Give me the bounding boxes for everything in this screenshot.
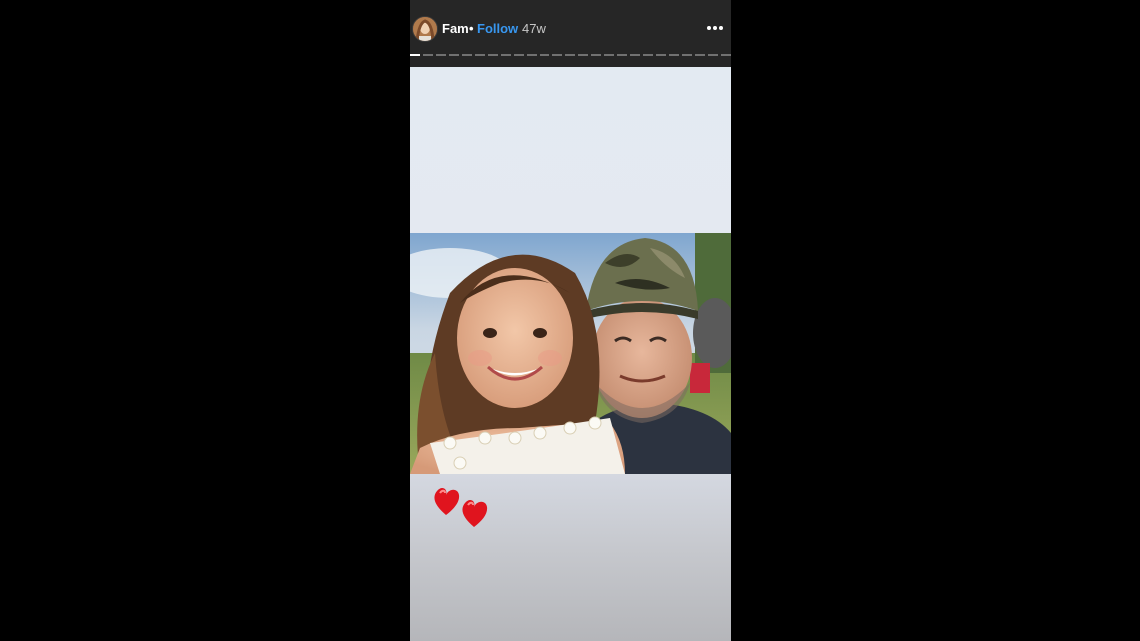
story-viewer: Fam • Follow 47w	[0, 0, 1140, 641]
more-options-icon[interactable]	[705, 18, 725, 38]
red-heart-emoji-icon	[434, 488, 488, 527]
progress-segment	[720, 54, 731, 56]
progress-segment	[474, 54, 485, 56]
progress-segment	[500, 54, 511, 56]
story-frame[interactable]: Fam • Follow 47w	[410, 0, 731, 641]
progress-segment	[578, 54, 589, 56]
username[interactable]: Fam	[442, 21, 469, 36]
progress-segment	[694, 54, 705, 56]
timestamp: 47w	[522, 21, 546, 36]
progress-segment	[643, 54, 654, 56]
progress-segment	[630, 54, 641, 56]
story-canvas[interactable]	[410, 67, 731, 641]
progress-segment	[513, 54, 524, 56]
progress-segment	[682, 54, 692, 56]
follow-button[interactable]: Follow	[477, 21, 518, 36]
progress-segment	[707, 54, 718, 56]
progress-segment	[565, 54, 576, 56]
progress-segment	[410, 54, 420, 56]
progress-segment	[552, 54, 563, 56]
story-photo	[410, 233, 731, 474]
separator-dot: •	[469, 21, 474, 36]
progress-segment	[591, 54, 602, 56]
progress-segment	[422, 54, 433, 56]
story-header: Fam • Follow 47w	[410, 0, 731, 56]
selfie-image	[410, 233, 731, 474]
progress-segment	[669, 54, 680, 56]
progress-segment	[617, 54, 628, 56]
progress-segment	[526, 54, 537, 56]
avatar-image	[413, 17, 437, 41]
progress-segment	[461, 54, 472, 56]
progress-segment	[656, 54, 667, 56]
story-progress-bar	[410, 54, 731, 57]
progress-segment	[448, 54, 459, 56]
progress-segment	[487, 54, 498, 56]
progress-segment	[539, 54, 550, 56]
progress-segment	[435, 54, 446, 56]
progress-segment	[604, 54, 615, 56]
avatar[interactable]	[412, 16, 438, 42]
